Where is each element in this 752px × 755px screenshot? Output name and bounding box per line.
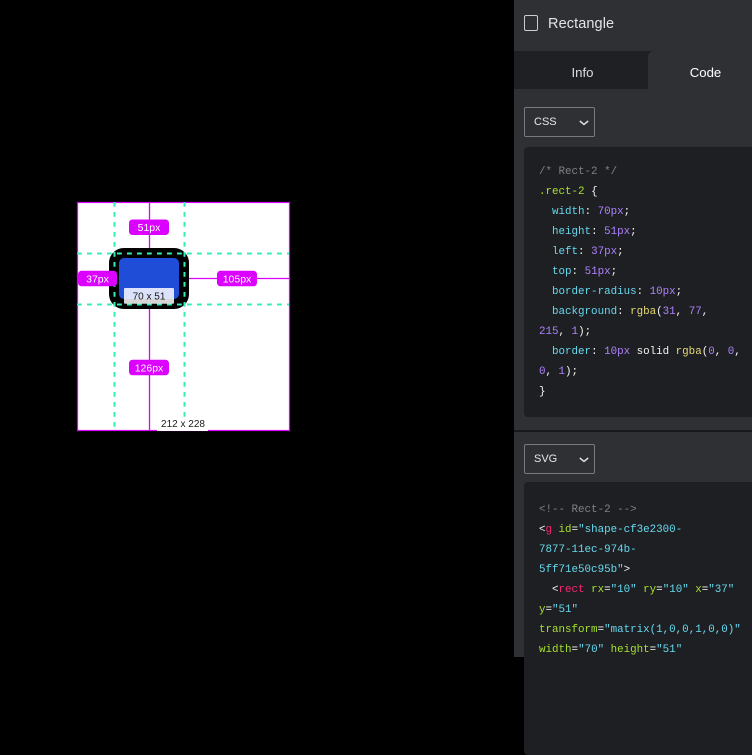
svg-text:126px: 126px [135, 362, 164, 374]
svg-text:51px: 51px [138, 222, 162, 234]
svg-text:105px: 105px [223, 273, 252, 285]
svg-text:212 x 228: 212 x 228 [161, 419, 205, 430]
svg-text:37px: 37px [86, 273, 110, 285]
svg-text:70 x 51: 70 x 51 [133, 292, 166, 303]
